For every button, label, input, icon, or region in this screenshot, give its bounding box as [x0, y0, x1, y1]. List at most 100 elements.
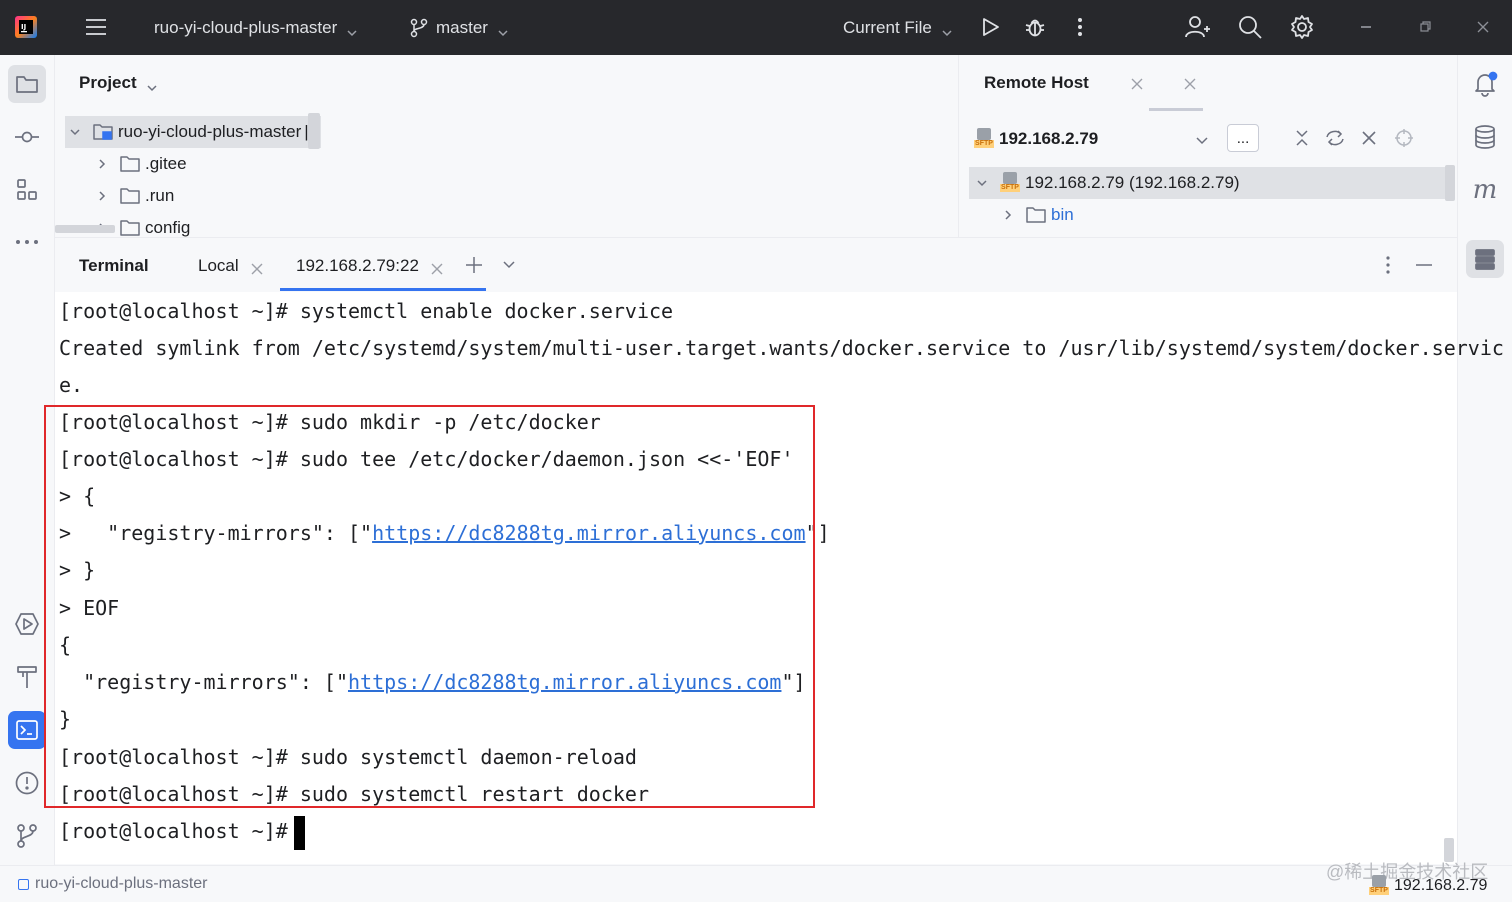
run-config-label: Current File: [843, 17, 932, 37]
intellij-logo-icon[interactable]: IJ: [12, 13, 40, 41]
branch-selector[interactable]: master: [410, 0, 508, 55]
chevron-right-icon[interactable]: [1001, 208, 1015, 222]
maven-icon[interactable]: m: [1466, 171, 1504, 209]
vertical-scrollbar[interactable]: [308, 113, 320, 149]
terminal-cursor: [293, 815, 305, 850]
status-bar: ruo-yi-cloud-plus-master @稀土掘金技术社区 SFTP …: [0, 862, 1512, 902]
commit-icon[interactable]: [8, 118, 46, 156]
chevron-down-icon[interactable]: [1195, 133, 1209, 147]
project-panel-title[interactable]: Project: [79, 73, 157, 93]
database-icon[interactable]: [1466, 118, 1504, 156]
project-selector[interactable]: ruo-yi-cloud-plus-master: [154, 0, 357, 55]
line-text: > "registry-mirrors": [": [59, 521, 373, 545]
tab-remote-session[interactable]: 192.168.2.79:22: [296, 238, 443, 293]
terminal-output[interactable]: [root@localhost ~]# systemctl enable doc…: [44, 292, 1504, 864]
terminal-line: [root@localhost ~]# sudo mkdir -p /etc/d…: [59, 410, 601, 434]
status-project-label: ruo-yi-cloud-plus-master: [35, 875, 208, 892]
tree-node-label: .gitee: [145, 154, 187, 173]
tree-node-label: ruo-yi-cloud-plus-master: [118, 122, 302, 141]
prompt-text: [root@localhost ~]#: [59, 819, 288, 843]
terminal-line: > EOF: [59, 596, 120, 620]
branch-name: master: [436, 17, 488, 37]
run-config-selector[interactable]: Current File: [843, 0, 952, 55]
remote-host-tab[interactable]: Remote Host: [984, 73, 1089, 93]
branch-icon: [410, 18, 430, 38]
close-icon[interactable]: [431, 260, 443, 274]
host-selector[interactable]: SFTP 192.168.2.79: [973, 125, 1098, 153]
tree-node-gitee[interactable]: .gitee: [95, 149, 187, 179]
remote-vertical-scrollbar[interactable]: [1445, 165, 1455, 201]
terminal-options-icon[interactable]: [1381, 255, 1395, 275]
tree-node-label: config: [145, 218, 191, 237]
remote-tree-bin-label: bin: [1051, 205, 1074, 224]
chevron-right-icon[interactable]: [95, 157, 109, 171]
close-icon[interactable]: [1131, 77, 1143, 90]
close-window-icon[interactable]: [1469, 13, 1497, 41]
close-icon[interactable]: [1184, 77, 1196, 90]
terminal-tool-icon[interactable]: [8, 711, 46, 749]
host-selector-label: 192.168.2.79: [999, 129, 1099, 148]
terminal-line: Created symlink from /etc/systemd/system…: [59, 336, 1504, 360]
project-tool-folder-icon[interactable]: [8, 65, 46, 103]
mirror-url-link[interactable]: https://dc8288tg.mirror.aliyuncs.com: [348, 670, 781, 694]
terminal-line: "registry-mirrors": ["https://dc8288tg.m…: [59, 664, 805, 701]
terminal-line: }: [59, 707, 72, 731]
browse-button[interactable]: ...: [1227, 124, 1259, 152]
status-project[interactable]: ruo-yi-cloud-plus-master: [18, 875, 208, 893]
folder-icon: [119, 154, 141, 174]
terminal-line: {: [59, 633, 72, 657]
more-options-icon[interactable]: [1066, 13, 1094, 41]
hide-panel-icon[interactable]: [1414, 258, 1434, 272]
build-hammer-icon[interactable]: [8, 658, 46, 696]
locate-icon[interactable]: [1394, 128, 1414, 148]
remote-tree-bin-node[interactable]: bin: [1001, 200, 1074, 230]
structure-icon[interactable]: [8, 171, 46, 209]
chevron-down-icon[interactable]: [68, 125, 82, 139]
refresh-icon[interactable]: [1324, 128, 1346, 148]
tab-local[interactable]: Local: [198, 238, 263, 293]
chevron-down-icon[interactable]: [502, 258, 516, 272]
debug-icon[interactable]: [1021, 13, 1049, 41]
terminal-line: > {: [59, 484, 96, 508]
remote-host-panel: Remote Host SFTP 192.168.2.79 ... SFTP 1…: [958, 55, 1457, 237]
chevron-down-icon: [347, 23, 357, 36]
chevron-down-icon[interactable]: [975, 176, 989, 190]
restore-window-icon[interactable]: [1411, 13, 1439, 41]
project-name: ruo-yi-cloud-plus-master: [154, 17, 338, 37]
tree-node-root[interactable]: ruo-yi-cloud-plus-master |: [68, 117, 309, 147]
search-icon[interactable]: [1236, 13, 1264, 41]
mirror-url-link[interactable]: https://dc8288tg.mirror.aliyuncs.com: [372, 521, 805, 545]
module-icon: [18, 878, 29, 890]
remote-host-tool-icon[interactable]: [1466, 240, 1504, 278]
run-icon[interactable]: [976, 13, 1004, 41]
chevron-right-icon[interactable]: [95, 189, 109, 203]
sftp-server-icon: SFTP: [999, 172, 1021, 194]
terminal-prompt-line: [root@localhost ~]#: [59, 813, 305, 850]
add-user-icon[interactable]: [1183, 13, 1211, 41]
chevron-down-icon: [147, 78, 157, 92]
notifications-bell-icon[interactable]: [1466, 65, 1504, 103]
remote-tree-host-node[interactable]: SFTP 192.168.2.79 (192.168.2.79): [975, 168, 1240, 198]
module-folder-icon: [92, 122, 114, 142]
remote-tree-host-label: 192.168.2.79 (192.168.2.79): [1025, 173, 1240, 192]
close-icon[interactable]: [251, 260, 263, 274]
settings-gear-icon[interactable]: [1288, 13, 1316, 41]
more-tools-icon[interactable]: [8, 223, 46, 261]
tab-label: 192.168.2.79:22: [296, 255, 419, 275]
services-icon[interactable]: [8, 605, 46, 643]
line-text: "]: [805, 521, 830, 545]
tree-node-run[interactable]: .run: [95, 181, 174, 211]
remote-host-title: Remote Host: [984, 73, 1089, 92]
status-host[interactable]: SFTP 192.168.2.79: [1368, 875, 1487, 897]
git-icon[interactable]: [8, 817, 46, 855]
problems-icon[interactable]: [8, 764, 46, 802]
browse-button-label: ...: [1236, 129, 1250, 147]
disconnect-icon[interactable]: [1361, 130, 1377, 146]
minimize-icon[interactable]: [1352, 13, 1380, 41]
collapse-icon[interactable]: [1293, 129, 1311, 147]
active-tab-indicator: [280, 288, 486, 291]
horizontal-scrollbar[interactable]: [55, 225, 115, 233]
main-menu-icon[interactable]: [82, 13, 110, 41]
terminal-line: e.: [59, 373, 84, 397]
new-tab-plus-icon[interactable]: [464, 255, 484, 275]
